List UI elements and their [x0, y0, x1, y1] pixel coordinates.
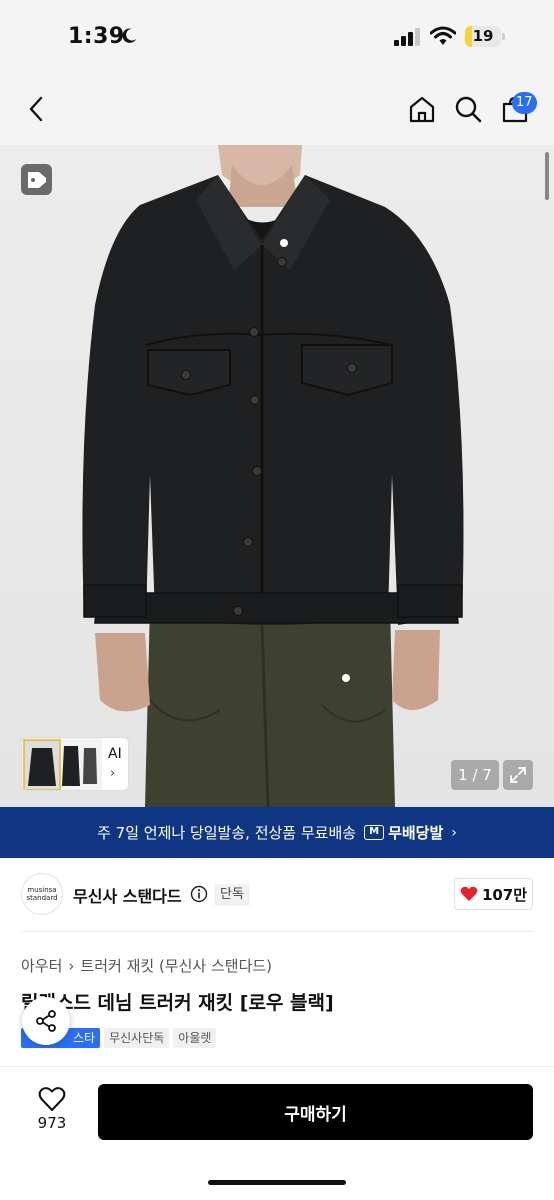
wishlist-button[interactable]: 973: [31, 1086, 73, 1132]
home-button[interactable]: [404, 91, 440, 127]
divider: [21, 931, 533, 932]
brand-like-button[interactable]: 107만: [454, 878, 533, 910]
image-counter: 1 / 7: [451, 760, 499, 790]
breadcrumb: 아우터 › 트러커 재킷 (무신사 스탠다드): [21, 955, 272, 976]
chip-outlet: 아울렛: [173, 1028, 217, 1048]
search-button[interactable]: [450, 91, 486, 127]
top-nav: [0, 75, 554, 145]
home-icon: [409, 96, 435, 123]
info-icon[interactable]: [190, 885, 208, 903]
moon-icon: [122, 28, 137, 43]
thumbnail-strip[interactable]: AI ›: [21, 737, 129, 791]
battery-indicator: 19: [465, 26, 505, 47]
share-button[interactable]: [22, 997, 70, 1045]
breadcrumb-subcategory[interactable]: 트러커 재킷 (무신사 스탠다드): [80, 955, 272, 976]
expand-icon: [510, 767, 526, 783]
breadcrumb-category[interactable]: 아우터: [21, 955, 62, 976]
back-icon: [29, 96, 43, 122]
product-image[interactable]: [0, 145, 554, 807]
scroll-indicator: [545, 152, 549, 200]
brand-logo[interactable]: musinsa standard: [21, 873, 63, 915]
tag-icon: [27, 171, 46, 188]
brand-logo-line1: musinsa: [27, 886, 57, 894]
share-icon: [36, 1010, 56, 1032]
chevron-right-icon: ›: [68, 956, 75, 975]
chip-exclusive: 무신사단독: [104, 1028, 170, 1048]
product-photo: [0, 145, 554, 807]
exclusive-badge: 단독: [214, 884, 250, 906]
banner-logo-text: 무배당발: [388, 824, 444, 842]
battery-level: 19: [472, 27, 494, 45]
heart-outline-icon: [38, 1087, 66, 1111]
wifi-icon: [430, 26, 456, 45]
delivery-truck-icon: M: [364, 825, 385, 840]
banner-message: 주 7일 언제나 당일발송, 전상품 무료배송: [97, 824, 357, 842]
wishlist-count: 973: [37, 1114, 67, 1132]
thumbnail-image: [22, 738, 102, 790]
brand-like-count: 107만: [481, 885, 528, 904]
cart-count-badge: 17: [512, 92, 537, 114]
tag-button[interactable]: [21, 164, 52, 195]
signal-icon: [394, 28, 420, 46]
search-icon: [455, 96, 482, 123]
home-indicator: [208, 1180, 346, 1185]
chevron-right-icon: ›: [110, 766, 116, 781]
delivery-banner[interactable]: 주 7일 언제나 당일발송, 전상품 무료배송 M 무배당발 ›: [0, 807, 554, 858]
buy-button[interactable]: 구매하기: [98, 1084, 533, 1140]
back-button[interactable]: [18, 91, 54, 127]
status-bar: 1:39 19: [0, 0, 554, 75]
musinsa-delivery-logo: M 무배당발: [364, 822, 443, 843]
brand-name[interactable]: 무신사 스탠다드: [73, 883, 182, 907]
heart-icon: [460, 886, 478, 901]
expand-button[interactable]: [503, 760, 533, 790]
brand-logo-line2: standard: [26, 894, 58, 902]
status-time: 1:39: [68, 24, 125, 49]
chevron-right-icon: ›: [451, 824, 457, 841]
ai-label: AI: [108, 746, 122, 762]
